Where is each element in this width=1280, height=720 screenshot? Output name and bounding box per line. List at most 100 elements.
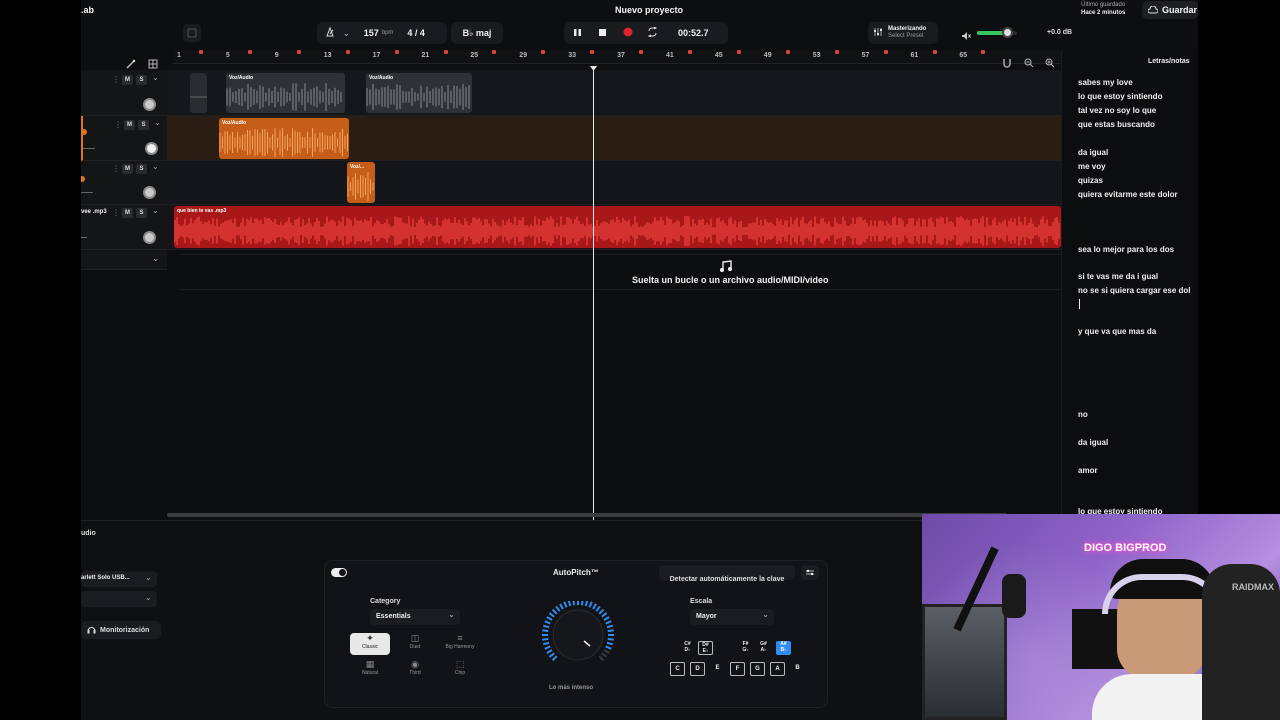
lyric-line[interactable]: da igual xyxy=(1078,148,1108,157)
sharp-key[interactable]: D# E♭ xyxy=(698,641,713,655)
chevron-down-icon[interactable]: ⌄ xyxy=(343,29,350,38)
lyric-line[interactable]: sea lo mejor para los dos xyxy=(1078,245,1174,254)
track-lane-1[interactable]: Voz/Audio Voz/Audio xyxy=(167,70,1061,116)
speaker-icon[interactable] xyxy=(961,28,971,46)
volume-fader[interactable] xyxy=(83,148,95,149)
drag-handle-icon[interactable]: ⋮ xyxy=(112,164,120,173)
drag-handle-icon[interactable]: ⋮ xyxy=(112,75,120,84)
solo-button[interactable]: S xyxy=(136,208,147,218)
sharp-key[interactable]: A# B♭ xyxy=(776,641,791,655)
lyric-line[interactable]: tal vez no soy lo que xyxy=(1078,106,1156,115)
audio-clip[interactable]: Voz/... xyxy=(347,162,375,203)
record-button[interactable] xyxy=(623,27,633,39)
autopitch-settings-button[interactable] xyxy=(801,565,819,580)
timeline-ruler[interactable]: 1 5 9 13 17 21 25 29 33 37 41 45 49 53 57 61 65 xyxy=(173,50,1061,64)
armed-indicator[interactable] xyxy=(81,129,87,135)
chevron-down-icon[interactable]: ⌄ xyxy=(154,118,161,127)
armed-indicator[interactable] xyxy=(81,176,85,182)
lyric-line[interactable]: no se si quiera cargar ese dol xyxy=(1078,286,1191,295)
pan-knob[interactable] xyxy=(143,186,156,199)
natural-key[interactable]: F xyxy=(730,662,745,676)
audio-clip[interactable]: Voz/Audio xyxy=(366,73,472,113)
lyric-line[interactable]: amor xyxy=(1078,466,1098,475)
lyric-line[interactable]: y que va que mas da xyxy=(1078,327,1156,336)
sharp-key[interactable]: C# D♭ xyxy=(680,641,695,655)
drag-handle-icon[interactable]: ⋮ xyxy=(114,120,122,129)
category-select[interactable]: Essentials ⌄ xyxy=(370,609,460,625)
lyric-line[interactable]: quiera evitarme este dolor xyxy=(1078,190,1178,199)
mastering-button[interactable]: Masterizando Select Preset xyxy=(868,22,938,44)
pause-button[interactable] xyxy=(573,28,582,39)
natural-key[interactable]: B xyxy=(790,662,805,676)
monitor-button[interactable]: Monitorización xyxy=(81,621,161,639)
lyric-line[interactable]: quizas xyxy=(1078,176,1103,185)
mode-option[interactable]: ◫ Duet xyxy=(395,633,435,655)
lyric-line[interactable]: da igual xyxy=(1078,438,1108,447)
mode-option[interactable]: ▦ Natural xyxy=(350,659,390,681)
loop-button[interactable] xyxy=(647,26,658,39)
natural-key[interactable]: A xyxy=(770,662,785,676)
track-header-2[interactable]: ⋮ M S ⌄ xyxy=(81,116,167,161)
mute-button[interactable]: M xyxy=(122,208,133,218)
sharp-key[interactable]: F# G♭ xyxy=(738,641,753,655)
track-header-4[interactable]: vee .mp3 ⋮ M S ⌄ xyxy=(81,205,167,250)
input-device-select[interactable]: arlett Solo USB... ⌄ xyxy=(81,571,157,587)
pan-knob[interactable] xyxy=(145,142,158,155)
mute-button[interactable]: M xyxy=(124,120,135,130)
key-button[interactable]: B♭ maj xyxy=(451,22,503,44)
lyric-line[interactable]: sabes my love xyxy=(1078,78,1133,87)
track-lane-3[interactable]: Voz/... xyxy=(167,161,1061,205)
volume-fader[interactable] xyxy=(81,237,87,238)
intensity-knob[interactable] xyxy=(531,601,625,681)
lyric-line[interactable]: no xyxy=(1078,410,1088,419)
mute-button[interactable]: M xyxy=(122,164,133,174)
playhead[interactable] xyxy=(593,68,594,520)
chevron-down-icon[interactable]: ⌄ xyxy=(152,206,159,215)
save-button[interactable]: Guardar xyxy=(1142,1,1198,19)
track-header-1[interactable]: ⋮ M S ⌄ xyxy=(81,70,167,116)
track-header-3[interactable]: ⋮ M S ⌄ xyxy=(81,161,167,205)
volume-fader[interactable] xyxy=(81,192,93,193)
natural-key[interactable]: E xyxy=(710,662,725,676)
drag-handle-icon[interactable]: ⋮ xyxy=(112,208,120,217)
add-track-row[interactable]: ⌄ xyxy=(81,250,167,270)
solo-button[interactable]: S xyxy=(136,75,147,85)
track-lane-4[interactable]: que bien te vas .mp3 xyxy=(167,205,1061,250)
audio-clip[interactable]: Voz/Audio xyxy=(219,118,349,159)
audio-clip[interactable] xyxy=(190,73,207,113)
chevron-down-icon[interactable]: ⌄ xyxy=(152,162,159,171)
sharp-key[interactable]: G# A♭ xyxy=(756,641,771,655)
horizontal-scrollbar[interactable] xyxy=(167,513,1007,517)
mode-option[interactable]: ✦ Classic xyxy=(350,633,390,655)
natural-key[interactable]: G xyxy=(750,662,765,676)
mute-button[interactable]: M xyxy=(122,75,133,85)
chevron-down-icon[interactable]: ⌄ xyxy=(152,253,160,264)
chevron-down-icon[interactable]: ⌄ xyxy=(152,73,159,82)
scale-select[interactable]: Mayor ⌄ xyxy=(690,609,774,625)
detect-key-button[interactable]: Detectar automáticamente la clave xyxy=(659,565,795,583)
sidebar-toggle-button[interactable] xyxy=(183,24,201,42)
lyric-line[interactable]: lo que estoy sintiendo xyxy=(1078,92,1162,101)
lyric-line[interactable]: si te vas me da i gual xyxy=(1078,272,1158,281)
channel-select[interactable]: ⌄ xyxy=(81,591,157,607)
volume-thumb[interactable] xyxy=(1002,27,1013,38)
track-lane-2[interactable]: Voz/Audio xyxy=(167,116,1061,161)
autopitch-toggle[interactable] xyxy=(331,568,347,577)
volume-slider[interactable] xyxy=(977,27,1017,38)
natural-key[interactable]: D xyxy=(690,662,705,676)
pan-knob[interactable] xyxy=(143,231,156,244)
pan-knob[interactable] xyxy=(143,98,156,111)
solo-button[interactable]: S xyxy=(136,164,147,174)
mode-option[interactable]: ≡ Big Harmony xyxy=(440,633,480,655)
lyric-line[interactable]: me voy xyxy=(1078,162,1106,171)
metronome-icon[interactable] xyxy=(325,26,335,39)
mode-option[interactable]: ◉ Third xyxy=(395,659,435,681)
audio-clip[interactable]: que bien te vas .mp3 xyxy=(174,206,1061,248)
mode-option[interactable]: ⬚ Chip xyxy=(440,659,480,681)
audio-clip[interactable]: Voz/Audio xyxy=(226,73,345,113)
stop-button[interactable] xyxy=(598,28,607,39)
project-title[interactable]: Nuevo proyecto xyxy=(615,5,683,15)
time-signature[interactable]: 4 / 4 xyxy=(407,28,425,38)
natural-key[interactable]: C xyxy=(670,662,685,676)
drop-zone[interactable]: Suelta un bucle o un archivo audio/MIDI/… xyxy=(179,254,1061,290)
